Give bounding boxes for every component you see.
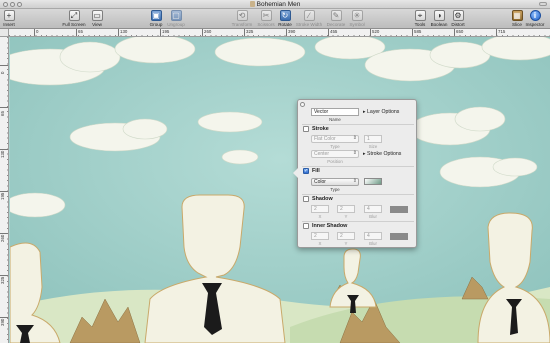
separator [302, 124, 414, 125]
ruler-tick: 390 [0, 317, 8, 326]
stroke-size-caption: Size [368, 144, 378, 149]
ruler-tick: 130 [118, 29, 127, 36]
toolbar: + Insert ⤢ Full Screen ▭ View ▣ Group ▢ Ungro… [0, 9, 550, 29]
stroke-type-caption: Type [330, 144, 340, 149]
separator [302, 194, 414, 195]
shadow-color-well[interactable] [390, 206, 408, 213]
shadow-label: Shadow [312, 196, 333, 202]
decorate-icon: ✎ [330, 10, 342, 21]
inner-shadow-label: Inner Shadow [312, 223, 348, 229]
ruler-tick: 650 [454, 29, 463, 36]
separator [302, 221, 414, 222]
inner-shadow-x-field[interactable]: 2 [311, 232, 329, 240]
inspector-pointer [293, 168, 298, 178]
ruler-tick: 65 [0, 107, 8, 116]
shadow-y-caption: Y [344, 214, 348, 219]
fill-color-well[interactable] [364, 178, 382, 185]
inner-shadow-y-field[interactable]: 2 [337, 232, 355, 240]
symbol-button[interactable]: ✳ Symbol [342, 10, 372, 27]
layer-options-disclosure[interactable]: ▸ Layer Options [363, 109, 399, 115]
title-bar: Bohemian Men [0, 0, 550, 9]
shadow-blur-caption: Blur [369, 214, 377, 219]
ruler-tick: 520 [370, 29, 379, 36]
fill-checkbox[interactable]: ✓ [303, 168, 309, 174]
stroke-type-popup[interactable]: Flat Color [311, 135, 359, 143]
document-icon [249, 1, 255, 7]
ruler-corner[interactable] [0, 29, 9, 37]
ruler-tick: 0 [34, 29, 38, 36]
transform-icon: ⟲ [236, 10, 248, 21]
ruler-tick: 585 [412, 29, 421, 36]
view-button[interactable]: ▭ View [82, 10, 112, 27]
inner-shadow-color-well[interactable] [390, 233, 408, 240]
ungroup-icon: ▢ [170, 10, 182, 21]
name-field[interactable]: Vector [311, 108, 359, 116]
plus-icon: + [3, 10, 15, 21]
fill-type-popup[interactable]: Color [311, 178, 359, 186]
fill-type-caption: Type [330, 187, 340, 192]
rotate-icon: ↻ [279, 10, 291, 21]
inspector-panel: Vector Name ▸ Layer Options Stroke Flat … [293, 99, 417, 248]
ruler-tick: 325 [0, 275, 8, 284]
group-icon: ▣ [150, 10, 162, 21]
distort-icon: ⚙ [452, 10, 464, 21]
inner-shadow-blur-caption: Blur [369, 241, 377, 246]
ruler-tick: 0 [0, 65, 8, 74]
ruler-tick: 390 [286, 29, 295, 36]
toolbar-toggle-button[interactable] [539, 2, 547, 6]
symbol-icon: ✳ [351, 10, 363, 21]
ruler-tick: 325 [244, 29, 253, 36]
insert-button[interactable]: + Insert [0, 10, 24, 27]
bohemian-men-illustration [10, 37, 550, 343]
inspector-close-button[interactable] [300, 102, 305, 107]
separator [302, 166, 414, 167]
name-caption: Name [329, 117, 341, 122]
fill-label: Fill [312, 168, 320, 174]
inner-shadow-checkbox[interactable] [303, 223, 309, 229]
stroke-width-button[interactable]: ∕ Stroke Width [294, 10, 324, 27]
stroke-size-field[interactable]: 1 [364, 135, 382, 143]
stroke-checkbox[interactable] [303, 126, 309, 132]
stroke-position-caption: Position [327, 159, 343, 164]
ruler-tick: 65 [76, 29, 83, 36]
stroke-width-icon: ∕ [303, 10, 315, 21]
ruler-tick: 130 [0, 149, 8, 158]
ruler-tick: 260 [0, 233, 8, 242]
shadow-y-field[interactable]: 2 [337, 205, 355, 213]
stroke-label: Stroke [312, 126, 329, 132]
ruler-tick: 715 [496, 29, 505, 36]
artboard-canvas[interactable] [10, 37, 550, 343]
fullscreen-icon: ⤢ [68, 10, 80, 21]
window-title: Bohemian Men [0, 1, 550, 8]
inspector-button[interactable]: i Inspector [520, 10, 550, 27]
shadow-x-field[interactable]: 2 [311, 205, 329, 213]
shadow-x-caption: X [318, 214, 322, 219]
ungroup-button[interactable]: ▢ Ungroup [161, 10, 191, 27]
distort-button[interactable]: ⚙ Distort [443, 10, 473, 27]
shadow-blur-field[interactable]: 4 [364, 205, 382, 213]
stroke-options-disclosure[interactable]: ▸ Stroke Options [363, 151, 401, 157]
vertical-ruler[interactable]: 0 65 130 195 260 325 390 [0, 37, 9, 343]
horizontal-ruler[interactable]: 0 65 130 195 260 325 390 455 520 585 650… [9, 29, 550, 37]
stroke-position-popup[interactable]: Center [311, 150, 359, 158]
view-icon: ▭ [91, 10, 103, 21]
inner-shadow-blur-field[interactable]: 4 [364, 232, 382, 240]
shadow-checkbox[interactable] [303, 196, 309, 202]
ruler-tick: 195 [0, 191, 8, 200]
ruler-tick: 260 [202, 29, 211, 36]
ruler-tick: 195 [160, 29, 169, 36]
inner-shadow-y-caption: Y [344, 241, 348, 246]
ruler-tick: 455 [328, 29, 337, 36]
info-icon: i [529, 10, 541, 21]
inner-shadow-x-caption: X [318, 241, 322, 246]
